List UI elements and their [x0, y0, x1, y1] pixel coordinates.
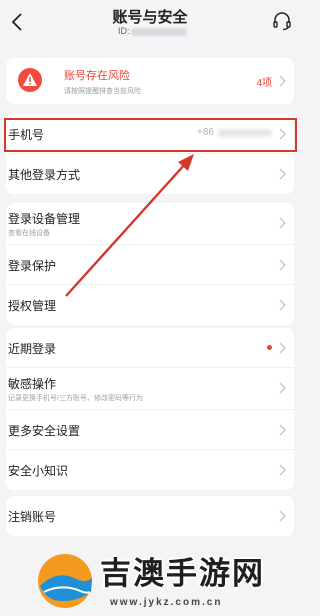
risk-count-badge: 4项: [256, 78, 272, 89]
headset-icon[interactable]: [272, 11, 292, 31]
login-protection-label: 登录保护: [8, 259, 57, 273]
more-security-row[interactable]: 更多安全设置: [6, 410, 294, 450]
device-management-label: 登录设备管理: [8, 212, 81, 226]
sensitive-ops-label: 敏感操作: [8, 377, 57, 391]
chevron-right-icon: [279, 464, 286, 476]
chevron-right-icon: [279, 75, 286, 87]
cancel-account-label: 注销账号: [8, 510, 57, 524]
site-watermark: 吉澳手游网 www.jykz.com.cn: [34, 548, 296, 612]
other-login-row[interactable]: 其他登录方式: [6, 154, 294, 194]
risk-subtitle: 请按照提醒排查当前风险: [64, 88, 141, 95]
security-tips-row[interactable]: 安全小知识: [6, 450, 294, 490]
phone-number-redacted: [218, 129, 272, 137]
page-title: 账号与安全: [112, 9, 188, 26]
chevron-right-icon: [279, 168, 286, 180]
chevron-right-icon: [279, 299, 286, 311]
watermark-title: 吉澳手游网: [100, 556, 265, 591]
chevron-right-icon: [279, 259, 286, 271]
cancel-card: 注销账号: [6, 496, 294, 536]
phone-country-code: +86: [197, 127, 214, 138]
login-protection-row[interactable]: 登录保护: [6, 245, 294, 285]
notification-dot: [267, 345, 272, 350]
phone-number-row[interactable]: 手机号 +86: [6, 114, 294, 154]
chevron-right-icon: [279, 510, 286, 522]
other-login-label: 其他登录方式: [8, 168, 81, 182]
security-tips-label: 安全小知识: [8, 464, 69, 478]
watermark-logo-icon: [38, 554, 92, 608]
cancel-account-row[interactable]: 注销账号: [6, 496, 294, 536]
chevron-right-icon: [279, 382, 286, 394]
phone-number-label: 手机号: [8, 128, 45, 142]
watermark-url: www.jykz.com.cn: [110, 597, 223, 608]
device-management-sub: 查看在线设备: [8, 230, 50, 237]
recent-login-row[interactable]: 近期登录: [6, 328, 294, 368]
risk-title: 账号存在风险: [64, 70, 130, 82]
chevron-right-icon: [279, 128, 286, 140]
device-card: 登录设备管理 查看在线设备 登录保护 授权管理: [6, 203, 294, 325]
chevron-right-icon: [279, 342, 286, 354]
account-id-label: ID:: [118, 26, 130, 36]
account-risk-card[interactable]: 账号存在风险 请按照提醒排查当前风险 4项: [6, 58, 294, 104]
account-id-redacted: [131, 28, 187, 36]
device-management-row[interactable]: 登录设备管理 查看在线设备: [6, 203, 294, 245]
chevron-right-icon: [279, 424, 286, 436]
sensitive-ops-sub: 记录更换手机号/三方账号、修改密码等行为: [8, 395, 143, 402]
security-card: 近期登录 敏感操作 记录更换手机号/三方账号、修改密码等行为 更多安全设置 安全…: [6, 328, 294, 490]
recent-login-label: 近期登录: [8, 342, 57, 356]
authorization-label: 授权管理: [8, 299, 57, 313]
more-security-label: 更多安全设置: [8, 424, 81, 438]
authorization-row[interactable]: 授权管理: [6, 285, 294, 325]
top-bar: 账号与安全 ID:: [0, 0, 300, 44]
chevron-right-icon: [279, 217, 286, 229]
warning-icon: [18, 68, 42, 92]
sensitive-ops-row[interactable]: 敏感操作 记录更换手机号/三方账号、修改密码等行为: [6, 368, 294, 410]
phone-card: 手机号 +86 其他登录方式: [6, 114, 294, 194]
